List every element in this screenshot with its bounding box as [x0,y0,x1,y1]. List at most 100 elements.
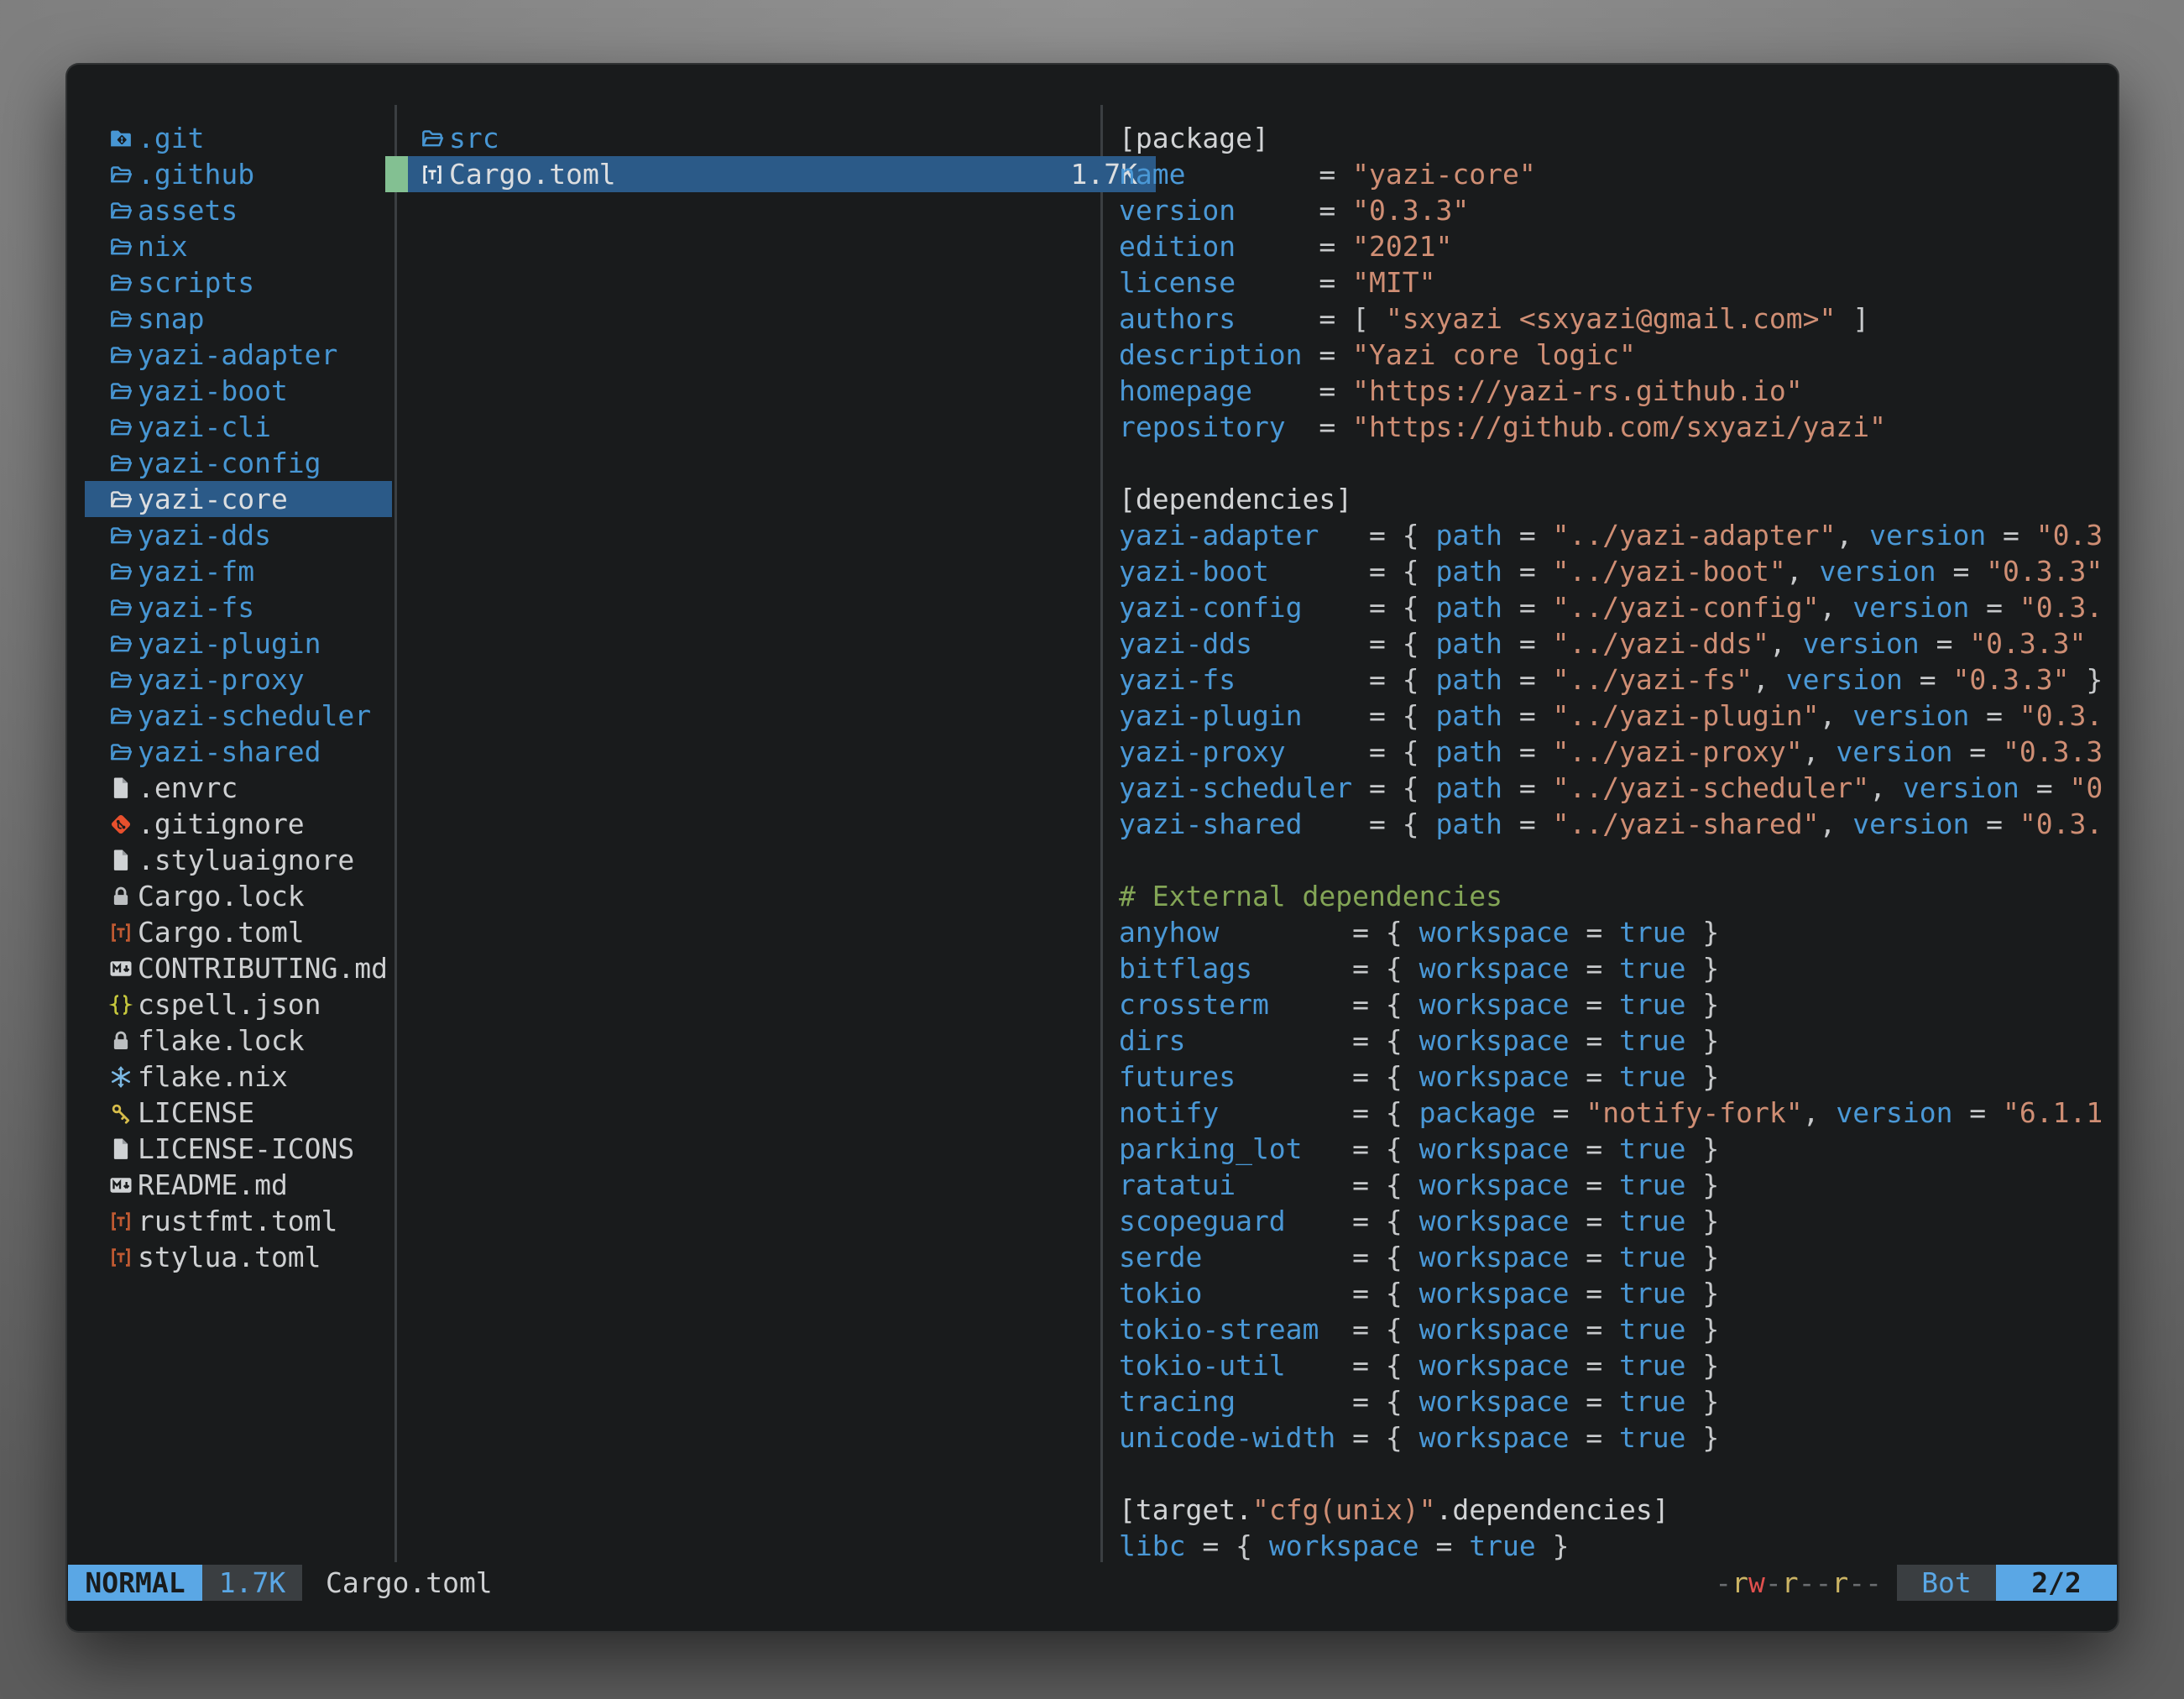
entry-name: yazi-fm [138,555,254,588]
dir-row[interactable]: yazi-config [85,445,392,481]
open-folder-icon [108,306,133,332]
file-row[interactable]: Cargo.toml [85,914,392,950]
json-icon [108,992,133,1017]
preview-pane: [package]name = "yazi-core"version = "0.… [1119,120,2119,1564]
open-folder-icon [108,740,133,765]
preview-line: tracing = { workspace = true } [1119,1383,2119,1419]
dir-row[interactable]: yazi-fm [85,553,392,589]
open-folder-icon [108,487,133,512]
entry-name: Cargo.toml [449,158,616,191]
dir-row[interactable]: .github [85,156,392,192]
dir-row[interactable]: yazi-dds [85,517,392,553]
dir-row[interactable]: src [385,120,1156,156]
toml-icon [108,920,133,945]
entry-name: cspell.json [138,988,321,1021]
file-row[interactable]: stylua.toml [85,1239,392,1275]
preview-line: scopeguard = { workspace = true } [1119,1203,2119,1239]
file-row[interactable]: flake.nix [85,1059,392,1095]
entry-name: .github [138,158,254,191]
entry-name: scripts [138,266,254,299]
preview-line: notify = { package = "notify-fork", vers… [1119,1095,2119,1131]
preview-line: [dependencies] [1119,481,2119,517]
open-folder-icon [108,379,133,404]
open-folder-icon [108,162,133,187]
open-folder-icon [108,667,133,693]
dir-row[interactable]: yazi-core [85,481,392,517]
file-row[interactable]: cspell.json [85,986,392,1022]
file-row[interactable]: .gitignore [85,806,392,842]
entry-name: src [449,122,499,154]
preview-line: bitflags = { workspace = true } [1119,950,2119,986]
file-icon [108,1137,133,1162]
preview-line: yazi-shared = { path = "../yazi-shared",… [1119,806,2119,842]
status-filename: Cargo.toml [326,1566,493,1599]
preview-line: yazi-scheduler = { path = "../yazi-sched… [1119,770,2119,806]
dir-row[interactable]: yazi-cli [85,409,392,445]
file-row[interactable]: LICENSE [85,1095,392,1131]
parent-pane: .git.githubassetsnixscriptssnapyazi-adap… [85,120,392,1275]
entry-name: yazi-dds [138,519,271,552]
dir-row[interactable]: yazi-proxy [85,661,392,698]
file-row[interactable]: LICENSE-ICONS [85,1131,392,1167]
entry-name: yazi-plugin [138,627,321,660]
file-row[interactable]: flake.lock [85,1022,392,1059]
entry-name: .gitignore [138,808,305,840]
status-bar: NORMAL 1.7K Cargo.toml -rw-r--r-- Bot 2/… [68,1565,2117,1601]
entry-name: yazi-scheduler [138,699,371,732]
dir-row[interactable]: .git [85,120,392,156]
key-icon [108,1100,133,1126]
dir-row[interactable]: yazi-shared [85,734,392,770]
file-row[interactable]: rustfmt.toml [85,1203,392,1239]
entry-name: yazi-fs [138,591,254,624]
toml-icon [420,162,445,187]
markdown-icon [108,1173,133,1198]
dir-row[interactable]: yazi-fs [85,589,392,625]
dir-row[interactable]: yazi-scheduler [85,698,392,734]
preview-line: repository = "https://github.com/sxyazi/… [1119,409,2119,445]
dir-row[interactable]: assets [85,192,392,228]
file-row[interactable]: README.md [85,1167,392,1203]
preview-line: tokio-util = { workspace = true } [1119,1347,2119,1383]
file-row[interactable]: Cargo.lock [85,878,392,914]
file-row[interactable]: Cargo.toml1.7K [385,156,1156,192]
markdown-icon [108,956,133,981]
preview-line: unicode-width = { workspace = true } [1119,1419,2119,1456]
toml-icon [108,1245,133,1270]
dir-row[interactable]: yazi-boot [85,373,392,409]
file-row[interactable]: .styluaignore [85,842,392,878]
preview-line: yazi-proxy = { path = "../yazi-proxy", v… [1119,734,2119,770]
preview-line: libc = { workspace = true } [1119,1528,2119,1564]
entry-name: .styluaignore [138,844,354,876]
preview-line: yazi-boot = { path = "../yazi-boot", ver… [1119,553,2119,589]
entry-name: nix [138,230,188,263]
preview-line: authors = [ "sxyazi <sxyazi@gmail.com>" … [1119,301,2119,337]
file-row[interactable]: CONTRIBUTING.md [85,950,392,986]
dir-row[interactable]: snap [85,301,392,337]
dir-row[interactable]: scripts [85,264,392,301]
file-row[interactable]: .envrc [85,770,392,806]
open-folder-icon [108,234,133,259]
preview-line: [target."cfg(unix)".dependencies] [1119,1492,2119,1528]
git-icon [108,812,133,837]
preview-line: anyhow = { workspace = true } [1119,914,2119,950]
dir-row[interactable]: yazi-adapter [85,337,392,373]
preview-line: version = "0.3.3" [1119,192,2119,228]
dir-row[interactable]: yazi-plugin [85,625,392,661]
preview-line: yazi-dds = { path = "../yazi-dds", versi… [1119,625,2119,661]
file-size-badge: 1.7K [202,1565,302,1601]
preview-line: license = "MIT" [1119,264,2119,301]
entry-name: snap [138,302,204,335]
entry-name: LICENSE [138,1096,254,1129]
entry-name: stylua.toml [138,1241,321,1273]
open-folder-icon [108,595,133,620]
dir-row[interactable]: nix [85,228,392,264]
entry-name: README.md [138,1168,288,1201]
open-folder-icon [108,415,133,440]
entry-name: .envrc [138,771,238,804]
preview-line: futures = { workspace = true } [1119,1059,2119,1095]
yazi-window: .git.githubassetsnixscriptssnapyazi-adap… [65,63,2119,1633]
open-folder-icon [108,270,133,295]
open-folder-icon [108,342,133,368]
entry-name: yazi-config [138,447,321,479]
preview-line: tokio = { workspace = true } [1119,1275,2119,1311]
